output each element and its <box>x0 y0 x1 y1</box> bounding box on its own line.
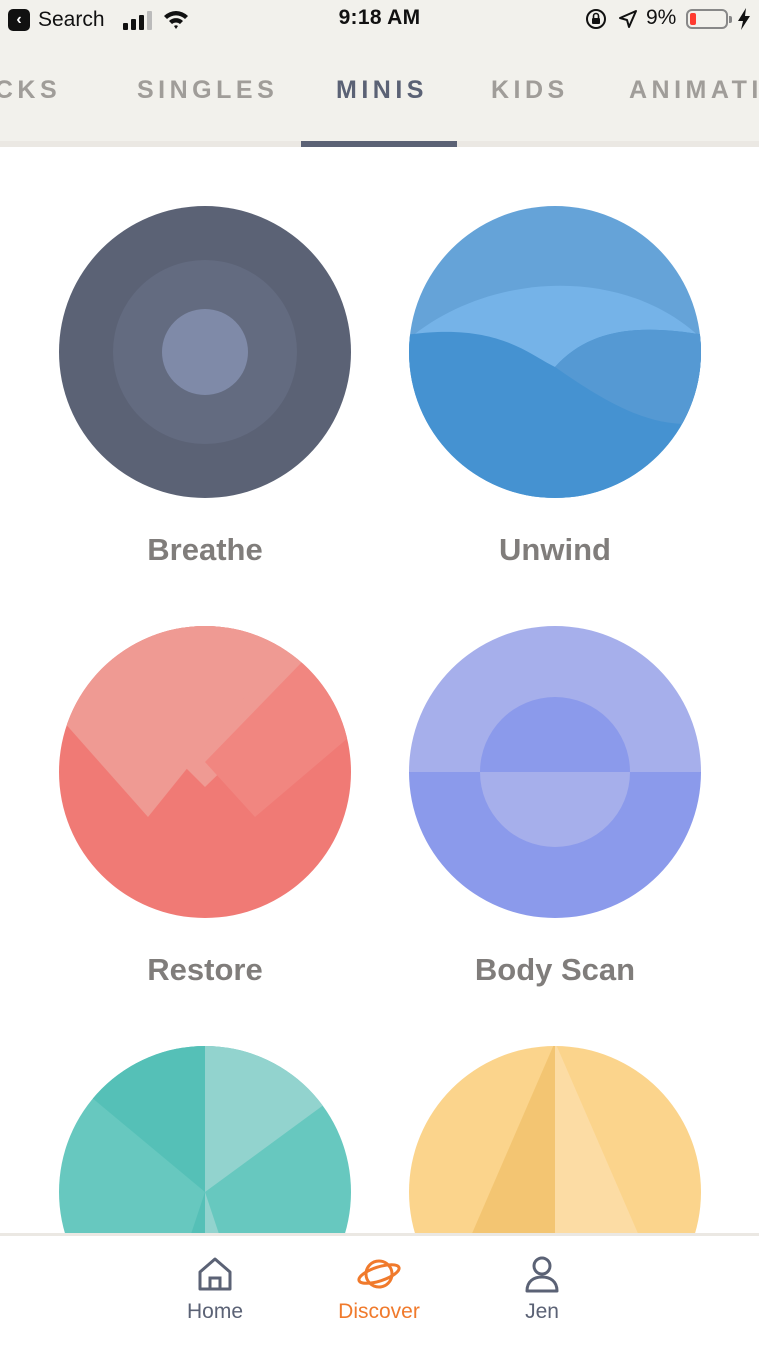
rotation-lock-icon <box>586 9 606 29</box>
mini-card-5[interactable] <box>55 1042 355 1234</box>
teal-artwork <box>59 1046 351 1234</box>
tab-animations[interactable]: ANIMATIONS <box>629 76 759 105</box>
unwind-artwork <box>409 206 701 498</box>
nav-home-label: Home <box>186 1300 244 1323</box>
nav-discover[interactable]: Discover <box>314 1254 444 1324</box>
category-tabs: PACKS SINGLES MINIS KIDS ANIMATIONS <box>0 40 759 147</box>
nav-profile-label: Jen <box>525 1300 559 1323</box>
minis-grid: Breathe Unwind Restore Body Scan <box>0 147 759 1234</box>
mini-card-restore[interactable]: Restore <box>55 622 355 988</box>
tab-kids[interactable]: KIDS <box>491 76 569 105</box>
nav-discover-label: Discover <box>338 1300 420 1323</box>
active-tab-indicator <box>301 141 457 147</box>
location-icon <box>619 10 637 28</box>
mini-title: Breathe <box>147 532 263 567</box>
tab-packs[interactable]: PACKS <box>0 76 61 105</box>
yellow-artwork <box>409 1046 701 1234</box>
nav-home[interactable]: Home <box>150 1254 280 1324</box>
mini-card-breathe[interactable]: Breathe <box>55 202 355 568</box>
nav-profile[interactable]: Jen <box>477 1254 607 1324</box>
planet-icon <box>357 1259 401 1289</box>
mini-card-6[interactable] <box>405 1042 705 1234</box>
battery-icon <box>686 9 732 29</box>
mini-card-body-scan[interactable]: Body Scan <box>405 622 705 988</box>
status-bar: ‹ Search 9:18 AM 9% <box>0 0 759 40</box>
bottom-nav: Home Discover Jen <box>0 1233 759 1350</box>
mini-title: Restore <box>147 952 263 987</box>
charging-bolt-icon <box>738 8 750 30</box>
restore-artwork <box>59 626 351 918</box>
body-scan-artwork <box>409 626 701 918</box>
tab-minis[interactable]: MINIS <box>336 76 428 105</box>
mini-title: Body Scan <box>474 952 636 987</box>
mini-title: Unwind <box>499 532 611 567</box>
home-icon <box>198 1257 232 1291</box>
mini-card-unwind[interactable]: Unwind <box>405 202 705 568</box>
battery-percent: 9% <box>646 6 677 29</box>
tab-singles[interactable]: SINGLES <box>137 76 278 105</box>
person-icon <box>525 1256 559 1293</box>
breathe-artwork <box>59 206 351 498</box>
